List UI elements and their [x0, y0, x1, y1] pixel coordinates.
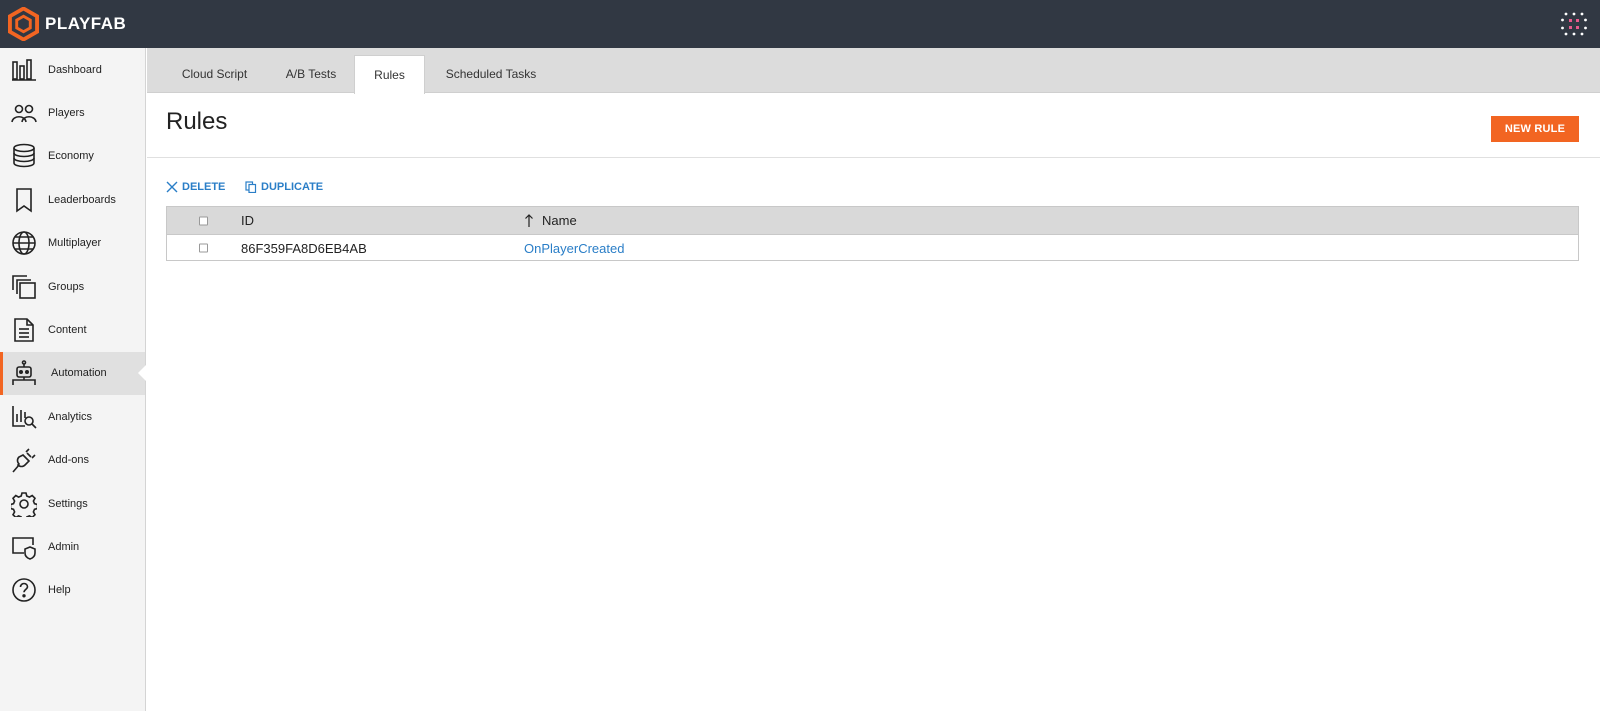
- sidebar-item-label: Admin: [48, 540, 80, 553]
- sidebar-item-economy[interactable]: Economy: [0, 135, 145, 178]
- duplicate-label: DUPLICATE: [261, 181, 324, 193]
- sidebar-item-content[interactable]: Content: [0, 308, 145, 351]
- sidebar-item-settings[interactable]: Settings: [0, 482, 145, 525]
- sidebar-item-players[interactable]: Players: [0, 91, 145, 134]
- gear-icon: [9, 491, 39, 521]
- playfab-logo-icon: [8, 7, 39, 41]
- delete-label: DELETE: [182, 181, 226, 193]
- tab-rules[interactable]: Rules: [354, 55, 425, 94]
- select-all-checkbox[interactable]: [199, 216, 208, 225]
- sidebar-item-label: Settings: [48, 497, 88, 510]
- tab-ab-tests[interactable]: A/B Tests: [270, 55, 352, 93]
- rules-table: ID Name 86F359FA8D6EB4AB OnPlayerCreated: [166, 206, 1579, 261]
- column-header-name[interactable]: Name: [524, 213, 577, 228]
- header-divider: [147, 157, 1600, 158]
- sidebar-item-leaderboards[interactable]: Leaderboards: [0, 178, 145, 221]
- page-title: Rules: [166, 108, 228, 135]
- rule-id: 86F359FA8D6EB4AB: [241, 241, 367, 256]
- content-icon: [11, 317, 37, 343]
- admin-shield-icon: [11, 534, 37, 560]
- top-bar: PLAYFAB: [0, 0, 1600, 48]
- players-icon: [11, 100, 37, 126]
- delete-button[interactable]: DELETE: [166, 181, 225, 193]
- duplicate-button[interactable]: DUPLICATE: [245, 181, 323, 193]
- sidebar-item-automation[interactable]: Automation: [0, 351, 145, 396]
- sidebar-item-label: Economy: [48, 150, 94, 163]
- sidebar-item-admin[interactable]: Admin: [0, 525, 145, 568]
- tab-cloud-script[interactable]: Cloud Script: [159, 55, 270, 93]
- sidebar-item-label: Add-ons: [48, 454, 89, 467]
- analytics-icon: [11, 404, 37, 430]
- groups-icon: [11, 274, 37, 300]
- sidebar-item-label: Analytics: [48, 410, 93, 423]
- economy-icon: [11, 143, 37, 169]
- leaderboards-icon: [11, 187, 37, 213]
- robot-icon: [11, 360, 37, 386]
- rule-name-link[interactable]: OnPlayerCreated: [524, 241, 624, 256]
- sidebar-item-label: Multiplayer: [48, 237, 102, 250]
- plug-icon: [11, 447, 37, 473]
- sidebar-item-analytics[interactable]: Analytics: [0, 395, 145, 438]
- brand-name: PLAYFAB: [45, 14, 127, 33]
- sidebar-item-help[interactable]: Help: [0, 569, 145, 612]
- playfab-logo[interactable]: PLAYFAB: [8, 7, 127, 41]
- sidebar-item-multiplayer[interactable]: Multiplayer: [0, 222, 145, 265]
- row-checkbox[interactable]: [199, 243, 208, 252]
- table-header: ID Name: [167, 207, 1578, 234]
- sidebar-item-dashboard[interactable]: Dashboard: [0, 48, 145, 91]
- tab-scheduled-tasks[interactable]: Scheduled Tasks: [428, 55, 554, 93]
- close-icon: [166, 181, 178, 193]
- tab-bar: Cloud Script A/B Tests Rules Scheduled T…: [147, 48, 1600, 94]
- table-row: 86F359FA8D6EB4AB OnPlayerCreated: [167, 234, 1578, 260]
- copy-icon: [245, 181, 257, 193]
- sidebar-item-label: Content: [48, 324, 87, 337]
- sidebar-item-label: Leaderboards: [48, 193, 116, 206]
- dashboard-icon: [11, 57, 37, 83]
- help-icon: [11, 577, 37, 603]
- column-header-id[interactable]: ID: [241, 213, 254, 228]
- sidebar-item-label: Automation: [51, 367, 107, 380]
- sidebar-item-label: Dashboard: [48, 63, 102, 76]
- sidebar-item-add-ons[interactable]: Add-ons: [0, 439, 145, 482]
- sidebar-item-groups[interactable]: Groups: [0, 265, 145, 308]
- sidebar-item-label: Groups: [48, 280, 85, 293]
- sidebar-item-label: Help: [48, 584, 71, 597]
- sidebar: Dashboard Players Economy Leaderboards M…: [0, 48, 146, 711]
- new-rule-button[interactable]: NEW RULE: [1491, 116, 1579, 142]
- column-header-name-label: Name: [542, 213, 577, 228]
- globe-icon: [11, 230, 37, 256]
- apps-grid-icon[interactable]: [1561, 11, 1587, 37]
- sort-arrow-up-icon: [525, 213, 533, 227]
- sidebar-item-label: Players: [48, 107, 85, 120]
